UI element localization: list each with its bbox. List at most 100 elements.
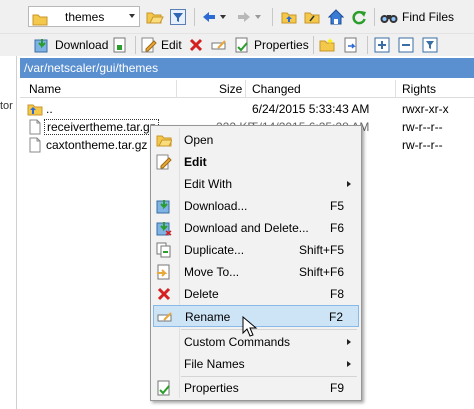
- folder-icon: [32, 11, 48, 27]
- menu-item-shortcut: F8: [329, 287, 344, 301]
- file-list-header: Name Size Changed Rights: [20, 80, 474, 98]
- filter-selection-button[interactable]: [422, 35, 438, 55]
- move-icon: [343, 37, 359, 53]
- menu-item-properties[interactable]: Properties F9: [153, 377, 359, 399]
- edit-button[interactable]: Edit: [141, 35, 182, 55]
- rename-icon: [157, 309, 173, 325]
- folder-up-icon: [27, 101, 43, 117]
- download-label: Download: [55, 38, 109, 52]
- menu-item-file-names[interactable]: File Names: [153, 353, 359, 375]
- menu-item-download-and-delete[interactable]: Download and Delete... F6: [153, 217, 359, 239]
- file-rights: rw-r--r--: [402, 120, 443, 134]
- home-directory-button[interactable]: [327, 7, 345, 27]
- edit-label: Edit: [161, 38, 182, 52]
- properties-icon: [234, 37, 250, 53]
- column-header-changed[interactable]: Changed: [252, 82, 301, 96]
- menu-item-delete[interactable]: Delete F8: [153, 283, 359, 305]
- download-icon: [156, 198, 172, 214]
- folder-combo[interactable]: themes: [28, 6, 140, 27]
- folder-up-icon: [281, 9, 297, 25]
- menu-item-move-to[interactable]: Move To... Shift+F6: [153, 261, 359, 283]
- menu-item-shortcut: Shift+F6: [298, 265, 344, 279]
- menu-item-label: Custom Commands: [184, 335, 291, 349]
- properties-label: Properties: [254, 38, 309, 52]
- menu-item-duplicate[interactable]: Duplicate... Shift+F5: [153, 239, 359, 261]
- delete-x-icon: [156, 286, 172, 302]
- menu-item-label: File Names: [184, 357, 245, 371]
- filter-icon: [422, 37, 438, 53]
- forward-button[interactable]: [236, 7, 261, 27]
- menu-item-edit-with[interactable]: Edit With: [153, 173, 359, 195]
- directory-tree-pane[interactable]: tor: [0, 56, 17, 409]
- menu-item-open[interactable]: Open: [153, 129, 359, 151]
- chevron-down-icon: [255, 15, 261, 19]
- plus-icon: [374, 37, 390, 53]
- folder-open-icon: [156, 132, 173, 148]
- mouse-cursor-icon: [242, 315, 258, 341]
- filter-icon: [170, 9, 186, 25]
- menu-item-label: Delete: [184, 287, 219, 301]
- binoculars-icon: [380, 9, 398, 25]
- menu-item-label: Duplicate...: [184, 243, 245, 257]
- column-header-rights[interactable]: Rights: [402, 82, 436, 96]
- menu-item-label: Move To...: [184, 265, 240, 279]
- root-directory-button[interactable]: [304, 7, 320, 27]
- file-icon: [27, 119, 43, 135]
- filter-button[interactable]: [170, 7, 186, 27]
- submenu-arrow-icon: [347, 339, 351, 345]
- properties-icon: [156, 380, 172, 396]
- submenu-arrow-icon: [347, 361, 351, 367]
- open-directory-button[interactable]: [146, 7, 164, 27]
- menu-item-edit[interactable]: Edit: [153, 151, 359, 173]
- refresh-button[interactable]: [351, 7, 367, 27]
- menu-item-label: Open: [184, 133, 214, 147]
- select-all-button[interactable]: [374, 35, 390, 55]
- minus-icon: [398, 37, 414, 53]
- column-header-size[interactable]: Size: [219, 82, 242, 96]
- column-header-name[interactable]: Name: [29, 82, 61, 96]
- submenu-arrow-icon: [347, 181, 351, 187]
- properties-button[interactable]: Properties: [234, 35, 309, 55]
- menu-item-shortcut: F5: [329, 199, 344, 213]
- find-files-button[interactable]: Find Files: [380, 7, 454, 27]
- back-button[interactable]: [201, 7, 226, 27]
- path-bar: /var/netscaler/gui/themes: [20, 58, 474, 78]
- menu-item-shortcut: F2: [328, 310, 343, 324]
- file-name: caxtontheme.tar.gz: [46, 138, 148, 152]
- download-page-icon: [112, 37, 128, 53]
- new-folder-button[interactable]: [319, 35, 335, 55]
- chevron-down-icon: [220, 15, 226, 19]
- unselect-all-button[interactable]: [398, 35, 414, 55]
- file-row-parent[interactable]: .. 6/24/2015 5:33:43 AM rwxr-xr-x: [20, 100, 474, 118]
- download-button[interactable]: Download: [34, 35, 108, 55]
- move-button[interactable]: [343, 35, 359, 55]
- menu-item-download[interactable]: Download... F5: [153, 195, 359, 217]
- move-icon: [156, 264, 172, 280]
- download-options-button[interactable]: [112, 35, 128, 55]
- parent-directory-button[interactable]: [281, 7, 297, 27]
- delete-x-icon: [188, 37, 204, 53]
- file-rights: rw-r--r--: [402, 138, 443, 152]
- file-toolbar: Download Edit Properties: [0, 34, 474, 56]
- file-name: receivertheme.tar.gz: [44, 119, 159, 135]
- context-menu: Open Edit Edit With Download... F5 Downl…: [150, 125, 362, 401]
- rename-button[interactable]: [211, 35, 227, 55]
- menu-item-label: Properties: [184, 381, 239, 395]
- folder-icon: [319, 37, 335, 53]
- file-rights: rwxr-xr-x: [402, 102, 449, 116]
- menu-item-label: Rename: [185, 310, 231, 324]
- home-icon: [327, 9, 345, 25]
- menu-item-shortcut: Shift+F5: [298, 243, 344, 257]
- rename-icon: [211, 37, 227, 53]
- pencil-icon: [156, 154, 172, 170]
- main-toolbar: themes Find Files: [0, 0, 474, 34]
- file-name: ..: [46, 102, 53, 116]
- menu-item-label: Download and Delete...: [184, 221, 309, 235]
- menu-item-label: Edit With: [184, 177, 233, 191]
- folder-combo-value: themes: [65, 9, 105, 24]
- download-icon: [34, 37, 50, 53]
- menu-item-shortcut: F6: [329, 221, 344, 235]
- delete-button[interactable]: [188, 35, 204, 55]
- file-icon: [27, 137, 43, 153]
- refresh-icon: [351, 9, 367, 25]
